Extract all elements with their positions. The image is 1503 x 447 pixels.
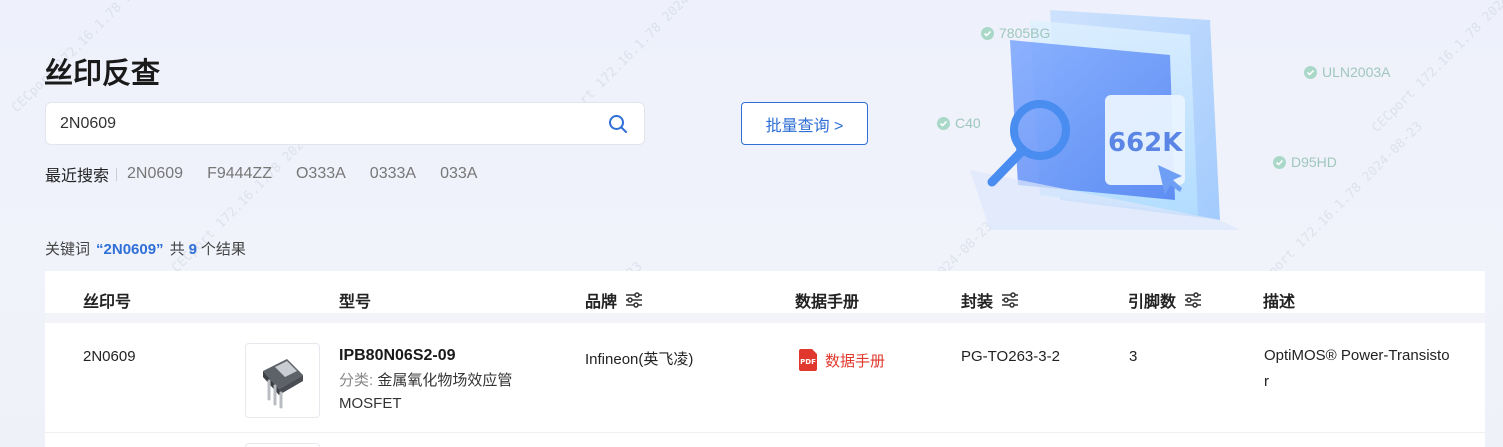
column-header-datasheet: 数据手册 xyxy=(795,288,859,312)
result-summary-middle: 共 xyxy=(169,241,185,258)
column-header-model: 型号 xyxy=(339,288,371,312)
column-header-package: 封装 xyxy=(961,288,1019,312)
recent-search-item[interactable]: 0333A xyxy=(370,165,416,183)
result-keyword: “2N0609” xyxy=(96,241,164,258)
pdf-icon: PDF xyxy=(797,348,819,372)
recent-search-item[interactable]: 2N0609 xyxy=(127,165,183,183)
datasheet-link[interactable]: PDF 数据手册 xyxy=(797,348,885,372)
filter-icon[interactable] xyxy=(1001,292,1019,308)
cell-brand: Infineon(英飞凌) xyxy=(585,351,694,368)
svg-text:PDF: PDF xyxy=(800,358,816,366)
column-header-label: 型号 xyxy=(339,294,372,311)
check-icon xyxy=(1304,65,1317,79)
hero-tag: ULN2003A xyxy=(1304,64,1391,80)
column-header-brand: 品牌 xyxy=(585,288,643,312)
results-table: 丝印号 型号 品牌 数据手册 封装 引脚数 描述 2N0609 IPB80N06… xyxy=(45,271,1485,447)
hero-tag-label: D95HD xyxy=(1291,154,1337,170)
column-header-marking: 丝印号 xyxy=(83,288,131,312)
check-icon xyxy=(1273,155,1286,169)
result-summary-suffix: 个结果 xyxy=(200,241,246,258)
recent-searches: 最近搜索 2N0609 F9444ZZ O333A 0333A 033A xyxy=(45,162,501,186)
category: 分类: 金属氧化物场效应管MOSFET xyxy=(339,369,549,415)
column-header-pins: 引脚数 xyxy=(1128,288,1202,312)
column-header-label: 引脚数 xyxy=(1128,294,1177,311)
recent-searches-label: 最近搜索 xyxy=(45,168,110,185)
category-label: 分类: xyxy=(339,372,374,389)
hero-tag-label: C40 xyxy=(955,115,981,131)
cell-pins: 3 xyxy=(1129,348,1138,365)
result-summary-prefix: 关键词 xyxy=(45,241,91,258)
search-icon[interactable] xyxy=(606,112,630,136)
result-count: 9 xyxy=(188,241,197,258)
recent-search-item[interactable]: F9444ZZ xyxy=(207,165,272,183)
filter-icon[interactable] xyxy=(1184,292,1202,308)
filter-icon[interactable] xyxy=(625,292,643,308)
table-header: 丝印号 型号 品牌 数据手册 封装 引脚数 描述 xyxy=(45,271,1485,323)
recent-search-item[interactable]: 033A xyxy=(440,165,477,183)
page-title: 丝印反查 xyxy=(44,58,161,90)
check-icon xyxy=(981,26,994,40)
column-header-label: 封装 xyxy=(961,294,994,311)
table-row: 2N0609 IPB80N06S2-09 分类: 金属氧化物场效应管MOSFET xyxy=(45,333,1485,433)
check-icon xyxy=(937,116,950,130)
cell-marking: 2N0609 xyxy=(83,348,136,365)
column-header-label: 品牌 xyxy=(585,294,618,311)
model-link[interactable]: IPB80N06S2-09 xyxy=(339,347,549,365)
datasheet-label: 数据手册 xyxy=(825,352,886,370)
batch-query-button[interactable]: 批量查询 > xyxy=(741,102,868,145)
search-box xyxy=(45,102,645,145)
cell-description: OptiMOS® Power-Transistor xyxy=(1264,347,1450,390)
column-header-description: 描述 xyxy=(1263,288,1295,312)
column-header-label: 描述 xyxy=(1263,294,1296,311)
hero-illustration: 662K 7805BG ULN2003A C40 D95HD xyxy=(880,0,1400,230)
divider xyxy=(116,167,118,181)
chip-image xyxy=(262,358,303,408)
search-input[interactable] xyxy=(60,114,606,133)
cell-model: IPB80N06S2-09 分类: 金属氧化物场效应管MOSFET xyxy=(339,347,549,415)
recent-search-item[interactable]: O333A xyxy=(296,165,346,183)
hero-tag: 7805BG xyxy=(981,25,1050,41)
product-thumbnail[interactable] xyxy=(245,343,320,418)
column-header-label: 丝印号 xyxy=(83,294,132,311)
hero-tag: C40 xyxy=(937,115,981,131)
cell-package: PG-TO263-3-2 xyxy=(961,348,1060,365)
chip-count-label: 662K xyxy=(1108,128,1183,158)
result-summary: 关键词 “2N0609” 共 9 个结果 xyxy=(45,238,246,259)
hero-tag-label: ULN2003A xyxy=(1322,64,1391,80)
hero-tag: D95HD xyxy=(1273,154,1337,170)
column-header-label: 数据手册 xyxy=(795,294,860,311)
hero-tag-label: 7805BG xyxy=(999,25,1051,41)
product-thumbnail xyxy=(245,443,320,447)
